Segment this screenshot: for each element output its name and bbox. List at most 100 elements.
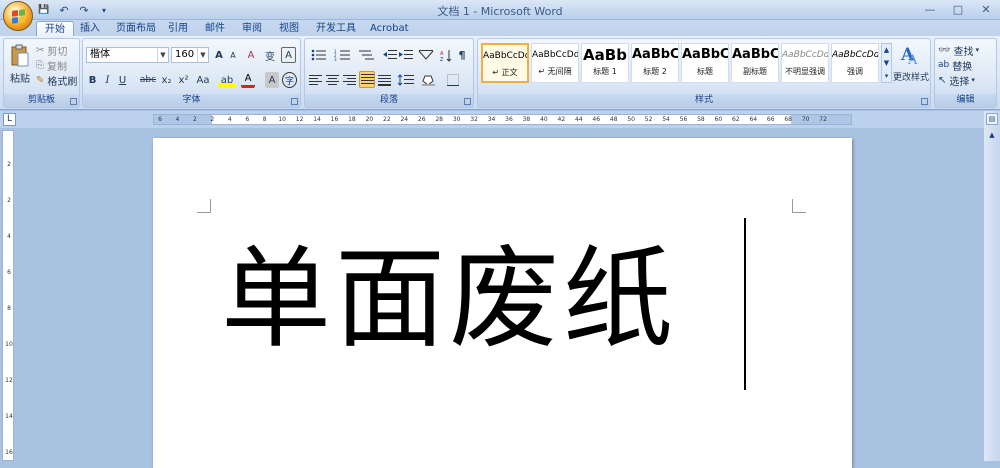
change-case-button[interactable]: Aa <box>194 72 212 88</box>
strikethrough-button[interactable]: abc <box>139 72 157 88</box>
chevron-up-icon[interactable]: ▲ <box>882 44 891 57</box>
tab-page-layout[interactable]: 页面布局 <box>108 21 164 37</box>
tab-view[interactable]: 视图 <box>271 21 307 37</box>
style-name: 强调 <box>847 67 863 76</box>
ruler-tick: 2 <box>210 116 215 123</box>
italic-button[interactable]: I <box>101 72 114 88</box>
sort-icon[interactable]: AZ <box>439 47 453 63</box>
ruler-tick: 6 <box>7 269 11 276</box>
text-cursor <box>744 218 746 390</box>
style-no-spacing[interactable]: AaBbCcDd ↵ 无间隔 <box>531 43 579 83</box>
paste-button[interactable]: 粘贴 <box>7 71 33 85</box>
borders-icon[interactable] <box>443 72 463 88</box>
ruler-tick: 12 <box>295 116 304 123</box>
highlight-button[interactable]: ab <box>218 72 236 88</box>
show-marks-icon[interactable]: ¶ <box>455 47 469 63</box>
style-subtitle[interactable]: AaBbC 副标题 <box>731 43 779 83</box>
replace-button[interactable]: ab 替换 <box>938 57 994 73</box>
font-name-select[interactable]: 楷体 ▼ <box>86 47 169 63</box>
phonetic-guide-button[interactable]: 变 <box>262 47 278 63</box>
cut-button[interactable]: ✂ 剪切 <box>36 42 76 58</box>
clear-format-button[interactable]: A <box>243 47 259 63</box>
decrease-indent-icon[interactable] <box>382 47 397 63</box>
maximize-button[interactable]: □ <box>944 0 972 18</box>
styles-scroll[interactable]: ▲ ▼ ▾ <box>881 43 892 83</box>
change-styles-button[interactable]: 更改样式 <box>892 68 930 84</box>
copy-button[interactable]: ⎘ 复制 <box>36 57 76 73</box>
chevron-down-icon[interactable]: ▼ <box>882 57 891 70</box>
tab-developer[interactable]: 开发工具 <box>308 21 364 37</box>
styles-launcher-icon[interactable] <box>921 98 928 105</box>
grow-font-button[interactable]: A <box>212 47 226 63</box>
scroll-up-icon[interactable]: ▲ <box>986 129 998 141</box>
tab-selector-icon[interactable]: L <box>3 113 16 126</box>
ruler-tick: 30 <box>452 116 461 123</box>
tab-acrobat[interactable]: Acrobat <box>362 21 417 37</box>
change-styles-icon[interactable]: AA <box>894 42 928 66</box>
ruler-tick: 14 <box>313 116 321 123</box>
style-title[interactable]: AaBbC 标题 <box>681 43 729 83</box>
distribute-icon[interactable] <box>377 72 392 88</box>
numbering-icon[interactable]: 123 <box>332 47 354 63</box>
cursor-icon: ↖ <box>938 74 947 86</box>
style-normal[interactable]: AaBbCcDd ↵ 正文 <box>481 43 529 83</box>
shading-icon[interactable] <box>419 72 439 88</box>
clipboard-launcher-icon[interactable] <box>70 98 77 105</box>
tab-references[interactable]: 引用 <box>160 21 196 37</box>
font-launcher-icon[interactable] <box>291 98 298 105</box>
char-border-button[interactable]: A <box>281 47 296 63</box>
style-heading-1[interactable]: AaBb 标题 1 <box>581 43 629 83</box>
font-color-button[interactable]: A <box>241 72 255 88</box>
office-button[interactable] <box>3 1 33 31</box>
font-size-select[interactable]: 160 ▼ <box>171 47 209 63</box>
more-styles-icon[interactable]: ▾ <box>882 70 891 83</box>
vertical-ruler[interactable]: 2 2 4 6 8 10 12 14 16 <box>2 130 14 461</box>
multilevel-list-icon[interactable] <box>356 47 378 63</box>
clipboard-group-label: 剪贴板 <box>4 94 79 107</box>
tab-review[interactable]: 审阅 <box>234 21 270 37</box>
bullets-icon[interactable] <box>308 47 330 63</box>
style-subtle-emphasis[interactable]: AaBbCcDd 不明显强调 <box>781 43 829 83</box>
find-button[interactable]: 👓 查找 ▾ <box>938 42 994 58</box>
paragraph-group: 123 AZ ¶ 段落 <box>304 38 474 108</box>
shrink-font-button[interactable]: A <box>226 47 240 63</box>
document-text[interactable]: 单面废纸 <box>221 234 677 364</box>
ruler-tick: 24 <box>400 116 409 123</box>
line-spacing-icon[interactable] <box>396 72 416 88</box>
format-painter-button[interactable]: ✎ 格式刷 <box>36 72 80 88</box>
horizontal-ruler[interactable]: 6 4 2 2 4 6 8 10 12 14 16 18 20 22 24 26 28 30 32 34 36 38 40 4… <box>153 114 852 125</box>
justify-icon[interactable] <box>359 71 375 88</box>
align-center-icon[interactable] <box>325 72 340 88</box>
subscript-button[interactable]: x₂ <box>159 72 174 88</box>
select-button[interactable]: ↖ 选择 ▾ <box>938 72 994 88</box>
minimize-button[interactable]: — <box>916 0 944 18</box>
superscript-button[interactable]: x² <box>176 72 191 88</box>
style-emphasis[interactable]: AaBbCcDd 强调 <box>831 43 879 83</box>
document-page[interactable]: 单面废纸 <box>153 138 852 468</box>
paste-icon[interactable] <box>7 42 33 70</box>
ruler-tick: 56 <box>679 116 688 123</box>
char-shading-button[interactable]: A <box>265 72 279 88</box>
align-right-icon[interactable] <box>342 72 357 88</box>
increase-indent-icon[interactable] <box>398 47 413 63</box>
ruler-tick: 8 <box>7 305 11 312</box>
style-preview: AaBbC <box>682 47 728 62</box>
styles-group-label: 样式 <box>478 94 930 107</box>
ruler-tick: 4 <box>175 116 180 123</box>
font-name-value: 楷体 <box>90 49 110 60</box>
ruler-tick: 38 <box>522 116 531 123</box>
bold-button[interactable]: B <box>86 72 99 88</box>
paragraph-launcher-icon[interactable] <box>464 98 471 105</box>
tab-mailings[interactable]: 邮件 <box>197 21 233 37</box>
ruler-tick: 70 <box>801 116 810 123</box>
align-left-icon[interactable] <box>308 72 323 88</box>
close-button[interactable]: ✕ <box>972 0 1000 18</box>
replace-label: 替换 <box>952 61 973 73</box>
ruler-toggle-icon[interactable]: ▤ <box>986 113 998 125</box>
tab-insert[interactable]: 插入 <box>72 21 108 37</box>
vertical-scrollbar[interactable]: ▤ ▲ <box>984 111 1000 461</box>
style-heading-2[interactable]: AaBbC 标题 2 <box>631 43 679 83</box>
chinese-layout-icon[interactable] <box>415 47 437 63</box>
enclosed-char-button[interactable]: 字 <box>282 72 297 88</box>
underline-button[interactable]: U <box>116 72 129 88</box>
